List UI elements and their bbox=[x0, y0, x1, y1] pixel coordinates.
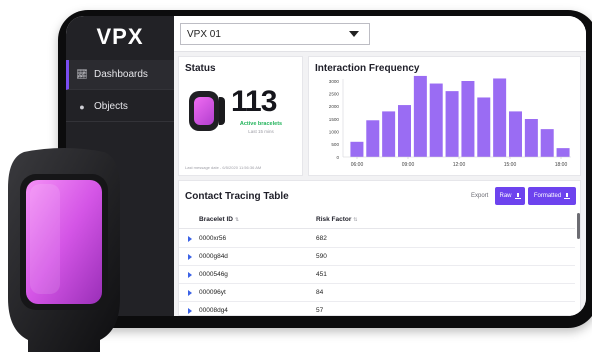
sidebar-item-label: Objects bbox=[94, 101, 128, 112]
table-header: Bracelet ID ⇅ Risk Factor ⇅ bbox=[179, 211, 575, 229]
y-tick-label: 500 bbox=[331, 142, 339, 147]
sort-icon: ⇅ bbox=[234, 217, 240, 223]
bracelet-icon bbox=[189, 91, 219, 131]
export-raw-button[interactable]: Raw bbox=[495, 187, 525, 205]
bracelet-id-cell: 00008dg4 bbox=[199, 307, 228, 314]
sidebar-item-label: Dashboards bbox=[94, 69, 148, 80]
x-tick-label: 12:00 bbox=[453, 162, 466, 168]
expand-row-icon[interactable] bbox=[188, 272, 192, 278]
x-tick-label: 18:00 bbox=[555, 162, 568, 168]
app-logo: VPX bbox=[96, 24, 144, 49]
bracelet-band bbox=[219, 97, 225, 125]
table-title: Contact Tracing Table bbox=[185, 191, 289, 202]
bar-mark bbox=[429, 83, 443, 157]
sort-icon: ⇅ bbox=[353, 217, 358, 223]
contact-tracing-card: Contact Tracing Table Export Raw Formatt… bbox=[178, 180, 581, 316]
chart-icon: 📈︎ bbox=[76, 69, 88, 79]
raw-label: Raw bbox=[499, 193, 512, 199]
device-select[interactable]: VPX 01 bbox=[180, 23, 370, 45]
active-bracelets-label: Active bracelets bbox=[239, 121, 283, 127]
bar-mark bbox=[398, 105, 411, 157]
status-card: Status 113 Active bracelets Last 15 mins… bbox=[178, 56, 303, 176]
active-window-label: Last 15 mins bbox=[248, 129, 274, 134]
expand-row-icon[interactable] bbox=[188, 308, 192, 314]
bar-mark bbox=[556, 148, 570, 157]
risk-factor-cell: 451 bbox=[316, 271, 327, 278]
risk-factor-cell: 682 bbox=[316, 235, 327, 242]
y-tick-label: 3000 bbox=[329, 79, 340, 84]
expand-row-icon[interactable] bbox=[188, 290, 192, 296]
x-tick-label: 06:00 bbox=[351, 162, 364, 168]
product-mockup: VPX 📈︎ Dashboards ● Objects VPX 01 Statu… bbox=[0, 0, 592, 352]
column-header-risk-factor[interactable]: Risk Factor ⇅ bbox=[316, 216, 358, 223]
x-tick-label: 15:00 bbox=[504, 162, 517, 168]
table-row[interactable]: 000096yt 84 bbox=[179, 284, 575, 302]
y-tick-label: 2500 bbox=[329, 91, 340, 96]
bracelet-id-cell: 0000546g bbox=[199, 271, 228, 278]
bar-mark bbox=[366, 120, 380, 157]
bracelet-id-cell: 0000xr56 bbox=[199, 235, 227, 242]
interaction-frequency-card: Interaction Frequency 0 500 1000 1500 2000 25… bbox=[308, 56, 581, 176]
y-tick-label: 1000 bbox=[329, 129, 340, 134]
risk-factor-cell: 57 bbox=[316, 307, 324, 314]
bracelet-id-cell: 000096yt bbox=[199, 289, 226, 296]
bar-mark bbox=[413, 75, 427, 157]
table-row[interactable]: 0000546g 451 bbox=[179, 266, 575, 284]
bracelet-id-cell: 0000g84d bbox=[199, 253, 228, 260]
y-tick-label: 0 bbox=[336, 155, 339, 160]
bar-mark bbox=[461, 81, 475, 157]
bar-mark bbox=[477, 97, 491, 157]
export-label: Export bbox=[471, 193, 489, 199]
top-bar: VPX 01 bbox=[174, 16, 586, 52]
main-content: VPX 01 Status 113 Active bracelets Last … bbox=[174, 16, 586, 316]
app-screen: VPX 📈︎ Dashboards ● Objects VPX 01 Statu… bbox=[66, 16, 586, 316]
bar-mark bbox=[540, 129, 554, 157]
table-row[interactable]: 0000g84d 590 bbox=[179, 248, 575, 266]
sidebar-item-dashboards[interactable]: 📈︎ Dashboards bbox=[66, 60, 174, 90]
expand-row-icon[interactable] bbox=[188, 236, 192, 242]
y-tick-label: 2000 bbox=[329, 104, 340, 109]
x-tick-label: 09:00 bbox=[402, 162, 415, 168]
active-count: 113 bbox=[231, 85, 277, 118]
risk-factor-cell: 590 bbox=[316, 253, 327, 260]
table-scrollbar[interactable] bbox=[577, 213, 580, 239]
bar-mark bbox=[350, 141, 364, 157]
bar-mark bbox=[493, 78, 507, 157]
pin-icon: ● bbox=[79, 101, 85, 112]
status-title: Status bbox=[185, 63, 216, 74]
bar-mark bbox=[509, 111, 522, 157]
last-message-date: Last message date - 6/5/2020 11:56:36 AM bbox=[185, 165, 262, 170]
bar-mark bbox=[524, 119, 538, 157]
risk-factor-cell: 84 bbox=[316, 289, 324, 296]
expand-row-icon[interactable] bbox=[188, 254, 192, 260]
interaction-frequency-chart: 0 500 1000 1500 2000 2500 3000 06:00 09:00 12:00 1… bbox=[329, 75, 571, 168]
download-icon bbox=[564, 193, 571, 199]
table-row[interactable]: 0000xr56 682 bbox=[179, 230, 575, 248]
table-row[interactable]: 00008dg4 57 bbox=[179, 302, 575, 316]
bracelet-device-image bbox=[8, 148, 120, 352]
bar-mark bbox=[445, 91, 459, 157]
sidebar-item-objects[interactable]: ● Objects bbox=[66, 92, 174, 122]
column-header-bracelet-id[interactable]: Bracelet ID ⇅ bbox=[199, 216, 239, 223]
y-tick-label: 1500 bbox=[329, 117, 340, 122]
download-icon bbox=[514, 193, 521, 199]
device-select-value: VPX 01 bbox=[187, 28, 221, 40]
export-formatted-button[interactable]: Formatted bbox=[528, 187, 576, 205]
bar-mark bbox=[382, 111, 396, 157]
formatted-label: Formatted bbox=[533, 193, 562, 199]
caret-down-icon bbox=[349, 31, 359, 37]
